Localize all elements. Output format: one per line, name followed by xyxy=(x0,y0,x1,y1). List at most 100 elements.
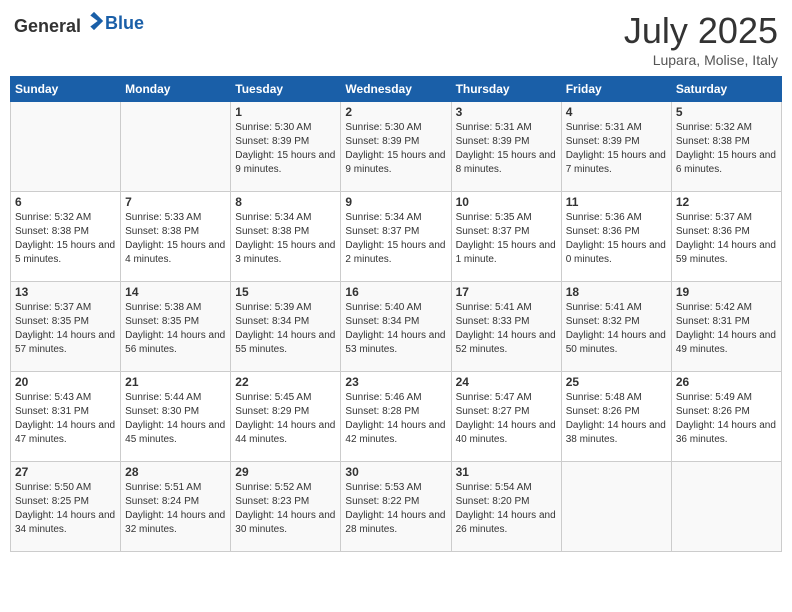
day-info: Sunrise: 5:53 AMSunset: 8:22 PMDaylight:… xyxy=(345,481,446,537)
day-info: Sunrise: 5:37 AMSunset: 8:35 PMDaylight:… xyxy=(15,301,116,357)
day-number: 30 xyxy=(345,465,446,479)
calendar-cell: 21 Sunrise: 5:44 AMSunset: 8:30 PMDayligh… xyxy=(121,372,231,462)
calendar-week-row: 13 Sunrise: 5:37 AMSunset: 8:35 PMDayligh… xyxy=(11,282,782,372)
day-info: Sunrise: 5:41 AMSunset: 8:32 PMDaylight:… xyxy=(566,301,667,357)
day-number: 28 xyxy=(125,465,226,479)
day-info: Sunrise: 5:48 AMSunset: 8:26 PMDaylight:… xyxy=(566,391,667,447)
calendar-week-row: 20 Sunrise: 5:43 AMSunset: 8:31 PMDayligh… xyxy=(11,372,782,462)
calendar-cell: 19 Sunrise: 5:42 AMSunset: 8:31 PMDayligh… xyxy=(671,282,781,372)
day-number: 18 xyxy=(566,285,667,299)
day-info: Sunrise: 5:30 AMSunset: 8:39 PMDaylight:… xyxy=(345,121,446,177)
day-info: Sunrise: 5:33 AMSunset: 8:38 PMDaylight:… xyxy=(125,211,226,267)
day-number: 17 xyxy=(456,285,557,299)
day-number: 7 xyxy=(125,195,226,209)
day-info: Sunrise: 5:34 AMSunset: 8:37 PMDaylight:… xyxy=(345,211,446,267)
calendar-cell xyxy=(671,462,781,552)
day-number: 27 xyxy=(15,465,116,479)
day-number: 3 xyxy=(456,105,557,119)
day-info: Sunrise: 5:32 AMSunset: 8:38 PMDaylight:… xyxy=(676,121,777,177)
calendar-cell: 24 Sunrise: 5:47 AMSunset: 8:27 PMDayligh… xyxy=(451,372,561,462)
day-info: Sunrise: 5:34 AMSunset: 8:38 PMDaylight:… xyxy=(235,211,336,267)
day-number: 22 xyxy=(235,375,336,389)
calendar-cell: 29 Sunrise: 5:52 AMSunset: 8:23 PMDayligh… xyxy=(231,462,341,552)
day-number: 20 xyxy=(15,375,116,389)
calendar-cell: 15Sunrise: 5:39 AMSunset: 8:34 PMDayligh… xyxy=(231,282,341,372)
day-number: 11 xyxy=(566,195,667,209)
day-info: Sunrise: 5:31 AMSunset: 8:39 PMDaylight:… xyxy=(456,121,557,177)
day-number: 25 xyxy=(566,375,667,389)
day-number: 13 xyxy=(15,285,116,299)
calendar-cell: 20 Sunrise: 5:43 AMSunset: 8:31 PMDayligh… xyxy=(11,372,121,462)
day-number: 6 xyxy=(15,195,116,209)
calendar-cell: 3 Sunrise: 5:31 AMSunset: 8:39 PMDaylight… xyxy=(451,102,561,192)
day-number: 9 xyxy=(345,195,446,209)
day-info: Sunrise: 5:30 AMSunset: 8:39 PMDaylight:… xyxy=(235,121,336,177)
day-info: Sunrise: 5:49 AMSunset: 8:26 PMDaylight:… xyxy=(676,391,777,447)
location-subtitle: Lupara, Molise, Italy xyxy=(624,52,778,68)
day-info: Sunrise: 5:50 AMSunset: 8:25 PMDaylight:… xyxy=(15,481,116,537)
day-info: Sunrise: 5:54 AMSunset: 8:20 PMDaylight:… xyxy=(456,481,557,537)
calendar-cell: 1 Sunrise: 5:30 AMSunset: 8:39 PMDaylight… xyxy=(231,102,341,192)
calendar-cell: 2 Sunrise: 5:30 AMSunset: 8:39 PMDaylight… xyxy=(341,102,451,192)
weekday-header-row: SundayMondayTuesdayWednesdayThursdayFrid… xyxy=(11,77,782,102)
day-info: Sunrise: 5:47 AMSunset: 8:27 PMDaylight:… xyxy=(456,391,557,447)
calendar-cell: 12 Sunrise: 5:37 AMSunset: 8:36 PMDayligh… xyxy=(671,192,781,282)
calendar-cell: 4 Sunrise: 5:31 AMSunset: 8:39 PMDaylight… xyxy=(561,102,671,192)
logo-icon xyxy=(83,10,105,32)
calendar-cell xyxy=(11,102,121,192)
calendar-cell: 27 Sunrise: 5:50 AMSunset: 8:25 PMDayligh… xyxy=(11,462,121,552)
day-number: 19 xyxy=(676,285,777,299)
weekday-header-thursday: Thursday xyxy=(451,77,561,102)
day-number: 4 xyxy=(566,105,667,119)
logo: General Blue xyxy=(14,10,144,37)
day-info: Sunrise: 5:51 AMSunset: 8:24 PMDaylight:… xyxy=(125,481,226,537)
day-info: Sunrise: 5:35 AMSunset: 8:37 PMDaylight:… xyxy=(456,211,557,267)
day-number: 26 xyxy=(676,375,777,389)
day-info: Sunrise: 5:42 AMSunset: 8:31 PMDaylight:… xyxy=(676,301,777,357)
weekday-header-saturday: Saturday xyxy=(671,77,781,102)
logo-text-blue: Blue xyxy=(105,13,144,34)
day-number: 23 xyxy=(345,375,446,389)
day-number: 5 xyxy=(676,105,777,119)
weekday-header-wednesday: Wednesday xyxy=(341,77,451,102)
day-info: Sunrise: 5:38 AMSunset: 8:35 PMDaylight:… xyxy=(125,301,226,357)
day-number: 14 xyxy=(125,285,226,299)
day-number: 12 xyxy=(676,195,777,209)
month-year-title: July 2025 xyxy=(624,10,778,52)
calendar-cell: 6 Sunrise: 5:32 AMSunset: 8:38 PMDaylight… xyxy=(11,192,121,282)
calendar-cell: 16Sunrise: 5:40 AMSunset: 8:34 PMDayligh… xyxy=(341,282,451,372)
day-number: 1 xyxy=(235,105,336,119)
calendar-cell: 8 Sunrise: 5:34 AMSunset: 8:38 PMDaylight… xyxy=(231,192,341,282)
day-info: Sunrise: 5:43 AMSunset: 8:31 PMDaylight:… xyxy=(15,391,116,447)
page-header: General Blue July 2025 Lupara, Molise, I… xyxy=(10,10,782,68)
day-info: Sunrise: 5:32 AMSunset: 8:38 PMDaylight:… xyxy=(15,211,116,267)
calendar-cell: 18 Sunrise: 5:41 AMSunset: 8:32 PMDayligh… xyxy=(561,282,671,372)
day-info: Sunrise: 5:52 AMSunset: 8:23 PMDaylight:… xyxy=(235,481,336,537)
calendar-cell: 14 Sunrise: 5:38 AMSunset: 8:35 PMDayligh… xyxy=(121,282,231,372)
day-number: 16 xyxy=(345,285,446,299)
calendar-week-row: 27 Sunrise: 5:50 AMSunset: 8:25 PMDayligh… xyxy=(11,462,782,552)
calendar-week-row: 1 Sunrise: 5:30 AMSunset: 8:39 PMDaylight… xyxy=(11,102,782,192)
day-number: 21 xyxy=(125,375,226,389)
day-number: 2 xyxy=(345,105,446,119)
calendar-cell xyxy=(561,462,671,552)
day-number: 24 xyxy=(456,375,557,389)
day-number: 10 xyxy=(456,195,557,209)
logo-text-general: General xyxy=(14,16,81,36)
day-info: Sunrise: 5:31 AMSunset: 8:39 PMDaylight:… xyxy=(566,121,667,177)
title-area: July 2025 Lupara, Molise, Italy xyxy=(624,10,778,68)
day-info: Sunrise: 5:37 AMSunset: 8:36 PMDaylight:… xyxy=(676,211,777,267)
calendar-cell: 10 Sunrise: 5:35 AMSunset: 8:37 PMDayligh… xyxy=(451,192,561,282)
calendar-table: SundayMondayTuesdayWednesdayThursdayFrid… xyxy=(10,76,782,552)
weekday-header-monday: Monday xyxy=(121,77,231,102)
day-info: Sunrise: 5:46 AMSunset: 8:28 PMDaylight:… xyxy=(345,391,446,447)
day-number: 29 xyxy=(235,465,336,479)
calendar-cell: 26 Sunrise: 5:49 AMSunset: 8:26 PMDayligh… xyxy=(671,372,781,462)
calendar-week-row: 6 Sunrise: 5:32 AMSunset: 8:38 PMDaylight… xyxy=(11,192,782,282)
calendar-cell: 5 Sunrise: 5:32 AMSunset: 8:38 PMDaylight… xyxy=(671,102,781,192)
weekday-header-tuesday: Tuesday xyxy=(231,77,341,102)
day-info: Sunrise: 5:44 AMSunset: 8:30 PMDaylight:… xyxy=(125,391,226,447)
day-info: Sunrise: 5:45 AMSunset: 8:29 PMDaylight:… xyxy=(235,391,336,447)
day-number: 8 xyxy=(235,195,336,209)
calendar-cell: 7 Sunrise: 5:33 AMSunset: 8:38 PMDaylight… xyxy=(121,192,231,282)
